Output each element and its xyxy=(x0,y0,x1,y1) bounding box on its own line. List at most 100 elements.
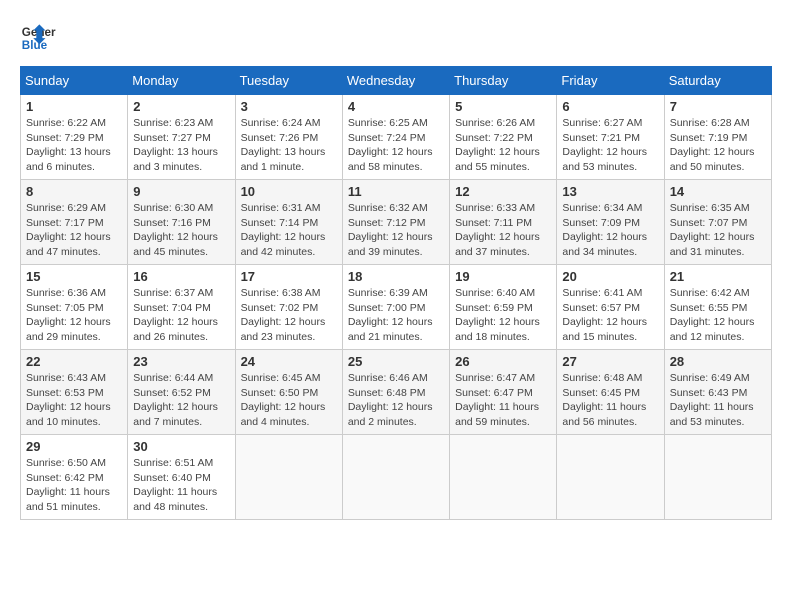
calendar-week-row: 22Sunrise: 6:43 AMSunset: 6:53 PMDayligh… xyxy=(21,350,772,435)
daylight-text: Daylight: 12 hours and 47 minutes. xyxy=(26,230,122,259)
calendar-day-cell xyxy=(342,435,449,520)
day-info: Sunrise: 6:35 AMSunset: 7:07 PMDaylight:… xyxy=(670,201,766,260)
day-number: 2 xyxy=(133,99,229,114)
sunset-text: Sunset: 7:12 PM xyxy=(348,216,444,231)
sunset-text: Sunset: 7:22 PM xyxy=(455,131,551,146)
daylight-text: Daylight: 12 hours and 50 minutes. xyxy=(670,145,766,174)
sunrise-text: Sunrise: 6:35 AM xyxy=(670,201,766,216)
sunset-text: Sunset: 6:55 PM xyxy=(670,301,766,316)
calendar-day-cell xyxy=(450,435,557,520)
sunset-text: Sunset: 6:52 PM xyxy=(133,386,229,401)
day-info: Sunrise: 6:27 AMSunset: 7:21 PMDaylight:… xyxy=(562,116,658,175)
calendar-day-cell: 26Sunrise: 6:47 AMSunset: 6:47 PMDayligh… xyxy=(450,350,557,435)
sunrise-text: Sunrise: 6:39 AM xyxy=(348,286,444,301)
day-info: Sunrise: 6:44 AMSunset: 6:52 PMDaylight:… xyxy=(133,371,229,430)
calendar-day-cell: 22Sunrise: 6:43 AMSunset: 6:53 PMDayligh… xyxy=(21,350,128,435)
daylight-text: Daylight: 12 hours and 26 minutes. xyxy=(133,315,229,344)
logo: General Blue xyxy=(20,20,56,56)
calendar-day-cell: 14 Sunrise: 6:35 AMSunset: 7:07 PMDayligh… xyxy=(664,180,771,265)
daylight-text: Daylight: 12 hours and 10 minutes. xyxy=(26,400,122,429)
day-info: Sunrise: 6:32 AMSunset: 7:12 PMDaylight:… xyxy=(348,201,444,260)
day-info: Sunrise: 6:37 AMSunset: 7:04 PMDaylight:… xyxy=(133,286,229,345)
calendar-day-cell: 7Sunrise: 6:28 AMSunset: 7:19 PMDaylight… xyxy=(664,95,771,180)
sunrise-text: Sunrise: 6:22 AM xyxy=(26,116,122,131)
sunset-text: Sunset: 7:21 PM xyxy=(562,131,658,146)
daylight-text: Daylight: 11 hours and 53 minutes. xyxy=(670,400,766,429)
day-number: 20 xyxy=(562,269,658,284)
sunrise-text: Sunrise: 6:42 AM xyxy=(670,286,766,301)
sunset-text: Sunset: 7:16 PM xyxy=(133,216,229,231)
sunset-text: Sunset: 7:05 PM xyxy=(26,301,122,316)
svg-text:Blue: Blue xyxy=(22,39,48,52)
daylight-text: Daylight: 12 hours and 2 minutes. xyxy=(348,400,444,429)
sunset-text: Sunset: 7:09 PM xyxy=(562,216,658,231)
sunset-text: Sunset: 6:47 PM xyxy=(455,386,551,401)
day-info: Sunrise: 6:33 AMSunset: 7:11 PMDaylight:… xyxy=(455,201,551,260)
day-info: Sunrise: 6:26 AMSunset: 7:22 PMDaylight:… xyxy=(455,116,551,175)
day-info: Sunrise: 6:25 AMSunset: 7:24 PMDaylight:… xyxy=(348,116,444,175)
daylight-text: Daylight: 12 hours and 23 minutes. xyxy=(241,315,337,344)
day-number: 29 xyxy=(26,439,122,454)
sunset-text: Sunset: 6:42 PM xyxy=(26,471,122,486)
sunrise-text: Sunrise: 6:25 AM xyxy=(348,116,444,131)
day-number: 14 xyxy=(670,184,766,199)
sunset-text: Sunset: 6:40 PM xyxy=(133,471,229,486)
calendar-day-cell: 12Sunrise: 6:33 AMSunset: 7:11 PMDayligh… xyxy=(450,180,557,265)
calendar-week-row: 29Sunrise: 6:50 AMSunset: 6:42 PMDayligh… xyxy=(21,435,772,520)
day-info: Sunrise: 6:51 AMSunset: 6:40 PMDaylight:… xyxy=(133,456,229,515)
calendar-day-cell xyxy=(235,435,342,520)
sunset-text: Sunset: 6:53 PM xyxy=(26,386,122,401)
day-number: 28 xyxy=(670,354,766,369)
weekday-header-cell: Monday xyxy=(128,67,235,95)
calendar-day-cell: 5Sunrise: 6:26 AMSunset: 7:22 PMDaylight… xyxy=(450,95,557,180)
weekday-header-cell: Saturday xyxy=(664,67,771,95)
day-number: 16 xyxy=(133,269,229,284)
calendar-day-cell: 17 Sunrise: 6:38 AMSunset: 7:02 PMDayligh… xyxy=(235,265,342,350)
calendar-day-cell: 18Sunrise: 6:39 AMSunset: 7:00 PMDayligh… xyxy=(342,265,449,350)
sunrise-text: Sunrise: 6:48 AM xyxy=(562,371,658,386)
day-info: Sunrise: 6:48 AMSunset: 6:45 PMDaylight:… xyxy=(562,371,658,430)
calendar-day-cell: 21Sunrise: 6:42 AMSunset: 6:55 PMDayligh… xyxy=(664,265,771,350)
weekday-header: SundayMondayTuesdayWednesdayThursdayFrid… xyxy=(21,67,772,95)
day-info: Sunrise: 6:46 AMSunset: 6:48 PMDaylight:… xyxy=(348,371,444,430)
sunset-text: Sunset: 7:02 PM xyxy=(241,301,337,316)
sunset-text: Sunset: 7:11 PM xyxy=(455,216,551,231)
calendar-day-cell: 23Sunrise: 6:44 AMSunset: 6:52 PMDayligh… xyxy=(128,350,235,435)
sunset-text: Sunset: 7:26 PM xyxy=(241,131,337,146)
daylight-text: Daylight: 12 hours and 53 minutes. xyxy=(562,145,658,174)
sunset-text: Sunset: 7:07 PM xyxy=(670,216,766,231)
day-number: 1 xyxy=(26,99,122,114)
calendar-day-cell: 19Sunrise: 6:40 AMSunset: 6:59 PMDayligh… xyxy=(450,265,557,350)
day-info: Sunrise: 6:43 AMSunset: 6:53 PMDaylight:… xyxy=(26,371,122,430)
sunrise-text: Sunrise: 6:46 AM xyxy=(348,371,444,386)
sunset-text: Sunset: 6:48 PM xyxy=(348,386,444,401)
sunrise-text: Sunrise: 6:50 AM xyxy=(26,456,122,471)
calendar-week-row: 1Sunrise: 6:22 AMSunset: 7:29 PMDaylight… xyxy=(21,95,772,180)
sunset-text: Sunset: 6:50 PM xyxy=(241,386,337,401)
calendar-day-cell: 13Sunrise: 6:34 AMSunset: 7:09 PMDayligh… xyxy=(557,180,664,265)
day-number: 17 xyxy=(241,269,337,284)
daylight-text: Daylight: 13 hours and 3 minutes. xyxy=(133,145,229,174)
day-info: Sunrise: 6:29 AMSunset: 7:17 PMDaylight:… xyxy=(26,201,122,260)
day-number: 15 xyxy=(26,269,122,284)
daylight-text: Daylight: 13 hours and 6 minutes. xyxy=(26,145,122,174)
sunrise-text: Sunrise: 6:38 AM xyxy=(241,286,337,301)
calendar-day-cell xyxy=(557,435,664,520)
calendar-day-cell: 28Sunrise: 6:49 AMSunset: 6:43 PMDayligh… xyxy=(664,350,771,435)
calendar: SundayMondayTuesdayWednesdayThursdayFrid… xyxy=(20,66,772,520)
sunset-text: Sunset: 6:45 PM xyxy=(562,386,658,401)
day-info: Sunrise: 6:41 AMSunset: 6:57 PMDaylight:… xyxy=(562,286,658,345)
sunset-text: Sunset: 6:59 PM xyxy=(455,301,551,316)
daylight-text: Daylight: 12 hours and 31 minutes. xyxy=(670,230,766,259)
sunrise-text: Sunrise: 6:37 AM xyxy=(133,286,229,301)
day-info: Sunrise: 6:42 AMSunset: 6:55 PMDaylight:… xyxy=(670,286,766,345)
calendar-day-cell: 11Sunrise: 6:32 AMSunset: 7:12 PMDayligh… xyxy=(342,180,449,265)
day-number: 27 xyxy=(562,354,658,369)
sunset-text: Sunset: 7:14 PM xyxy=(241,216,337,231)
day-number: 7 xyxy=(670,99,766,114)
weekday-header-cell: Thursday xyxy=(450,67,557,95)
daylight-text: Daylight: 12 hours and 39 minutes. xyxy=(348,230,444,259)
daylight-text: Daylight: 11 hours and 59 minutes. xyxy=(455,400,551,429)
day-number: 26 xyxy=(455,354,551,369)
daylight-text: Daylight: 12 hours and 58 minutes. xyxy=(348,145,444,174)
